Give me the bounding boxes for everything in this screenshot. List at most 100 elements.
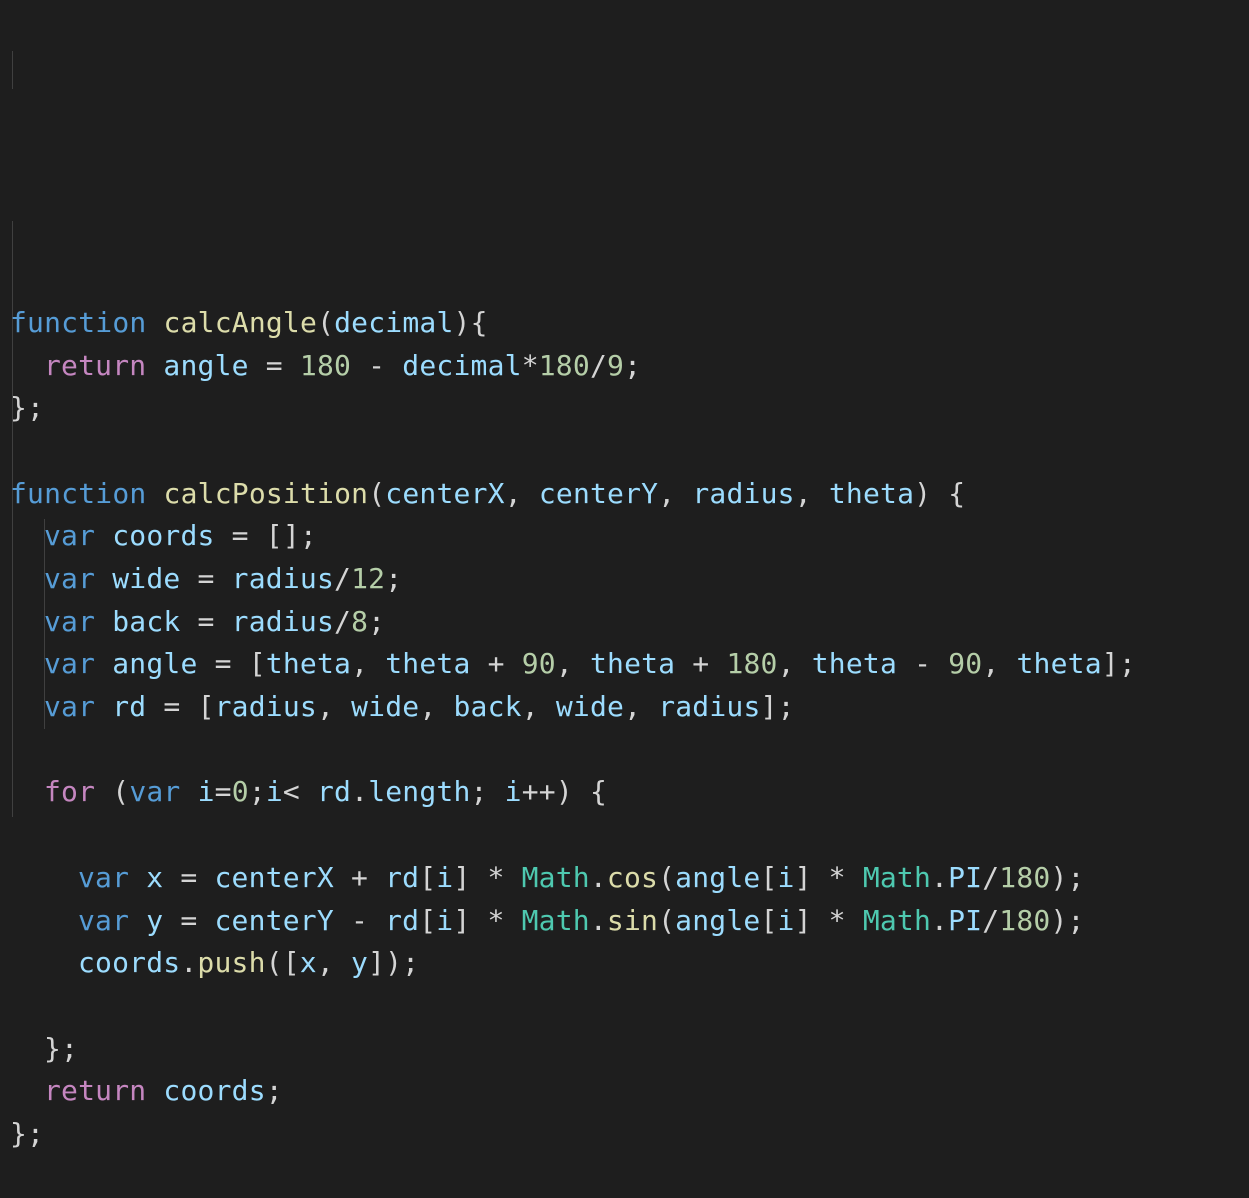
code-token: [: [248, 647, 266, 681]
code-editor[interactable]: function calcAngle(decimal){return angle…: [10, 3, 1240, 1198]
code-line[interactable]: var coords = [];: [10, 515, 1240, 558]
code-token: (: [317, 305, 335, 339]
code-token: *: [811, 903, 863, 937]
code-token: =: [214, 775, 232, 809]
code-line[interactable]: var x = centerX + rd[i] * Math.cos(angle…: [10, 857, 1240, 900]
code-token: i: [436, 860, 454, 894]
code-token: y: [146, 903, 164, 937]
code-token: radius: [692, 476, 795, 510]
code-line[interactable]: ​: [10, 729, 1240, 772]
code-token: +: [333, 860, 386, 894]
code-token: centerY: [538, 476, 659, 510]
code-token: back: [112, 604, 181, 638]
code-line[interactable]: var wide = radius/12;: [10, 558, 1240, 601]
code-token: back: [453, 690, 522, 724]
code-token: ,: [777, 647, 812, 681]
code-token: 180: [726, 647, 778, 681]
code-line[interactable]: ​: [10, 814, 1240, 857]
code-token: i: [265, 775, 283, 809]
code-line[interactable]: ​: [10, 430, 1240, 473]
code-line[interactable]: function calcAngle(decimal){: [10, 302, 1240, 345]
code-token: 12: [351, 562, 386, 596]
code-token: =: [163, 860, 215, 894]
code-token: (: [658, 903, 676, 937]
code-token: /: [589, 348, 607, 382]
code-line[interactable]: };: [10, 387, 1240, 430]
code-token: push: [197, 946, 266, 980]
code-token: ,: [521, 690, 556, 724]
code-line[interactable]: return coords;: [10, 1070, 1240, 1113]
code-token: Math: [521, 860, 590, 894]
code-token: ,: [555, 647, 590, 681]
code-token: cos: [606, 860, 659, 894]
code-token: <: [282, 775, 317, 809]
code-line[interactable]: function calcPosition(centerX, centerY, …: [10, 473, 1240, 516]
code-line[interactable]: var y = centerY - rd[i] * Math.sin(angle…: [10, 900, 1240, 943]
code-token: y: [350, 946, 369, 980]
code-token: ]: [794, 860, 812, 894]
code-token: theta: [828, 476, 915, 510]
code-token: var: [44, 562, 96, 596]
code-token: /: [982, 903, 1000, 937]
code-token: };: [10, 391, 45, 425]
code-token: angle: [112, 647, 198, 681]
code-token: radius: [658, 690, 761, 724]
code-token: coords: [78, 946, 181, 980]
code-token: [: [760, 860, 778, 894]
code-token: ];: [760, 690, 795, 724]
code-token: i: [777, 860, 795, 894]
code-line[interactable]: coords.push([x, y]);: [10, 942, 1240, 985]
code-token: -: [351, 348, 403, 382]
code-token: coords: [163, 1074, 266, 1108]
code-token: +: [675, 647, 727, 681]
code-token: PI: [948, 903, 983, 937]
code-token: theta: [589, 647, 676, 681]
code-token: [: [419, 903, 437, 937]
code-token: .: [931, 860, 949, 894]
code-token: (: [112, 775, 130, 809]
code-line[interactable]: ​: [10, 985, 1240, 1028]
code-line[interactable]: return angle = 180 - decimal*180/9;: [10, 345, 1240, 388]
code-token: {: [470, 305, 488, 339]
code-token: 8: [351, 604, 369, 638]
code-token: var: [44, 604, 96, 638]
code-token: (: [658, 860, 676, 894]
code-line[interactable]: };: [10, 1113, 1240, 1156]
code-line[interactable]: var angle = [theta, theta + 90, theta + …: [10, 643, 1240, 686]
code-token: ]: [794, 903, 812, 937]
code-token: =: [146, 690, 198, 724]
code-line[interactable]: var back = radius/8;: [10, 601, 1240, 644]
code-token: return: [44, 348, 147, 382]
code-token: (: [368, 476, 386, 510]
code-token: theta: [811, 647, 898, 681]
code-token: ];: [1101, 647, 1136, 681]
code-token: *: [470, 903, 522, 937]
code-token: theta: [265, 647, 352, 681]
code-token: calcPosition: [163, 476, 369, 510]
code-token: theta: [1016, 647, 1102, 681]
code-token: [: [419, 860, 437, 894]
code-token: 180: [538, 348, 590, 382]
code-token: ++: [521, 775, 556, 809]
code-token: =: [163, 903, 215, 937]
code-token: decimal: [334, 305, 454, 339]
code-token: /: [982, 860, 1000, 894]
code-token: };: [10, 1116, 45, 1150]
code-token: };: [44, 1031, 79, 1065]
code-line[interactable]: var rd = [radius, wide, back, wide, radi…: [10, 686, 1240, 729]
code-token: 180: [299, 348, 352, 382]
code-token: i: [197, 775, 215, 809]
code-line[interactable]: for (var i=0;i< rd.length; i++) {: [10, 771, 1240, 814]
code-token: rd: [385, 903, 420, 937]
code-token: ]);: [368, 946, 420, 980]
code-token: i: [504, 775, 522, 809]
code-line[interactable]: };: [10, 1028, 1240, 1071]
